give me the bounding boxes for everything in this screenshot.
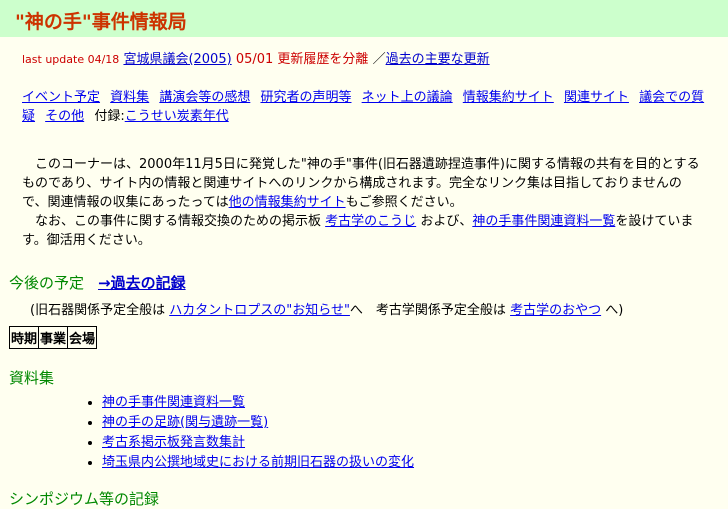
table-header-event: 事業 [38, 326, 69, 349]
intro-paragraph-1: このコーナーは、2000年11月5日に発覚した"神の手"事件(旧石器遺跡捏造事件… [22, 157, 700, 210]
nav-links: イベント予定 資料集 講演会等の感想 研究者の声明等 ネット上の議論 情報集約サ… [22, 88, 712, 126]
kouko-oyatsu-link[interactable]: 考古学のおやつ [510, 303, 601, 318]
page-title: "神の手"事件情報局 [15, 11, 187, 33]
update-separator: ／ [372, 52, 386, 67]
appendix-link-carbon[interactable]: こうせい炭素年代 [125, 109, 229, 124]
nav-link-other[interactable]: その他 [45, 109, 84, 124]
schedule-table: 時期 事業 会場 [8, 326, 98, 349]
documents-list: 神の手事件関連資料一覧 神の手の足跡(関与遺跡一覧) 考古系掲示板発言数集計 埼… [88, 393, 414, 473]
list-item: 神の手事件関連資料一覧 [102, 393, 414, 413]
update-text-history: 05/01 更新履歴を分離 [235, 52, 369, 67]
schedule-heading: 今後の予定 →過去の記録 [9, 274, 186, 292]
documents-heading: 資料集 [9, 369, 55, 387]
nav-link-documents[interactable]: 資料集 [110, 90, 149, 105]
table-header-venue: 会場 [67, 326, 98, 349]
list-item: 神の手の足跡(関与遺跡一覧) [102, 413, 414, 433]
appendix-label: 付録: [94, 109, 125, 124]
nav-link-statements[interactable]: 研究者の声明等 [260, 90, 351, 105]
schedule-note: (旧石器関係予定全般は ハカタントロプスの"お知らせ"へ 考古学関係予定全般は … [30, 303, 624, 318]
update-line: last update 04/18 宮城県議会(2005) 05/01 更新履歴… [22, 48, 490, 67]
symposium-heading: シンポジウム等の記録 [9, 490, 160, 508]
nav-link-net-discussion[interactable]: ネット上の議論 [362, 90, 453, 105]
doc-link-bbs-count[interactable]: 考古系掲示板発言数集計 [102, 435, 245, 450]
nav-link-events[interactable]: イベント予定 [22, 90, 100, 105]
update-link-miyagi[interactable]: 宮城県議会(2005) [123, 52, 231, 67]
bbs-link-koji[interactable]: 考古学のこうじ [325, 214, 416, 229]
list-item: 埼玉県内公撰地域史における前期旧石器の扱いの変化 [102, 453, 414, 473]
table-header-row: 時期 事業 会場 [8, 326, 98, 349]
nav-link-lecture-impressions[interactable]: 講演会等の感想 [159, 90, 250, 105]
title-bar: "神の手"事件情報局 [0, 0, 728, 37]
documents-list-link[interactable]: 神の手事件関連資料一覧 [472, 214, 615, 229]
intro-text: このコーナーは、2000年11月5日に発覚した"神の手"事件(旧石器遺跡捏造事件… [22, 155, 702, 250]
past-updates-link[interactable]: 過去の主要な更新 [386, 52, 490, 67]
doc-link-materials[interactable]: 神の手事件関連資料一覧 [102, 395, 245, 410]
doc-link-saitama[interactable]: 埼玉県内公撰地域史における前期旧石器の扱いの変化 [102, 455, 414, 470]
doc-link-footprints[interactable]: 神の手の足跡(関与遺跡一覧) [102, 415, 268, 430]
nav-link-aggregator-sites[interactable]: 情報集約サイト [463, 90, 554, 105]
past-records-link[interactable]: →過去の記録 [98, 274, 186, 292]
hakatantropus-link[interactable]: ハカタントロプスの"お知らせ" [169, 303, 350, 318]
table-header-period: 時期 [8, 326, 40, 349]
last-update-text: last update 04/18 [22, 53, 120, 66]
intro-paragraph-2: なお、この事件に関する情報交換のための掲示板 考古学のこうじ および、神の手事件… [22, 214, 694, 248]
nav-link-related-sites[interactable]: 関連サイト [564, 90, 629, 105]
list-item: 考古系掲示板発言数集計 [102, 433, 414, 453]
other-aggregator-link[interactable]: 他の情報集約サイト [229, 195, 346, 210]
